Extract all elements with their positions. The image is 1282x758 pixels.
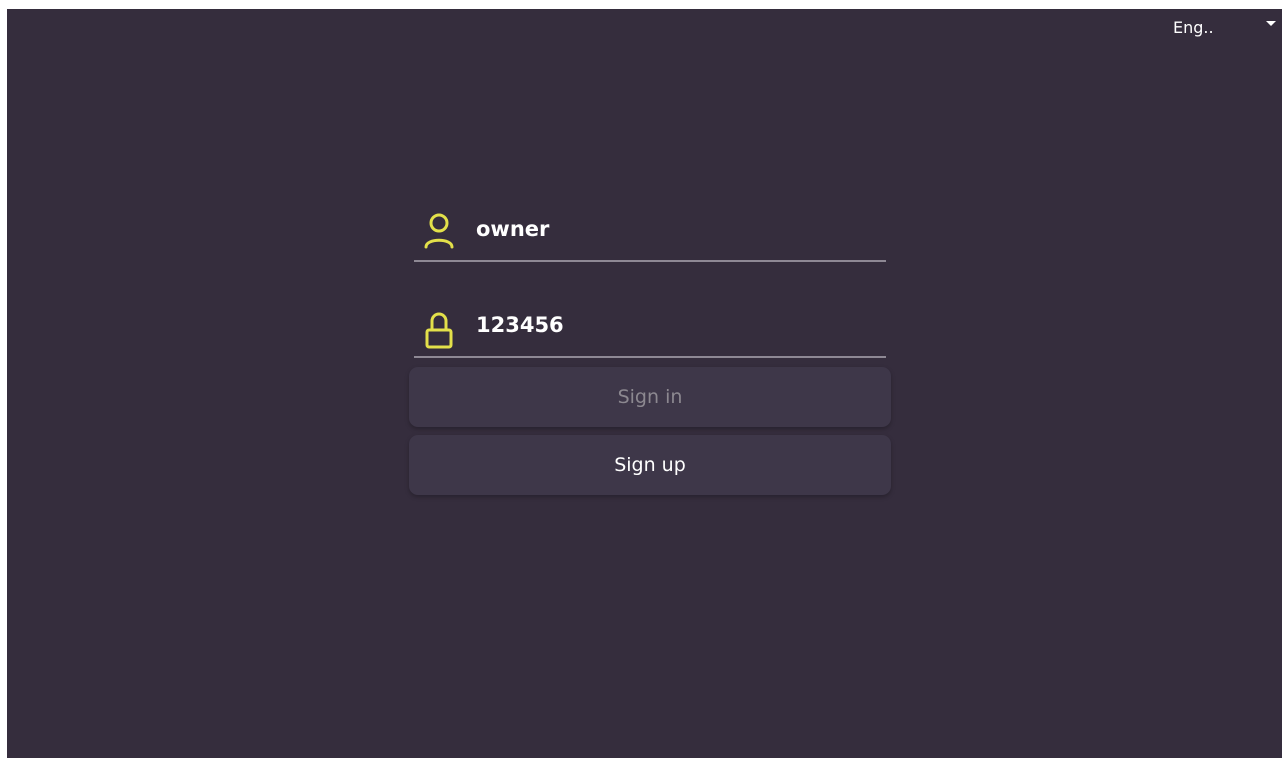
user-icon xyxy=(423,210,455,256)
language-selected-label: Eng.. xyxy=(1173,18,1214,37)
password-input[interactable] xyxy=(476,310,876,340)
sign-in-button[interactable]: Sign in xyxy=(409,367,891,427)
language-selector[interactable]: Eng.. xyxy=(1172,9,1282,49)
username-field[interactable] xyxy=(414,208,886,262)
sign-up-button[interactable]: Sign up xyxy=(409,435,891,495)
caret-down-icon[interactable] xyxy=(1266,21,1276,26)
username-input[interactable] xyxy=(476,214,876,244)
lock-icon xyxy=(423,306,455,352)
password-field[interactable] xyxy=(414,304,886,358)
login-screen: Eng.. Sign in Sign up xyxy=(7,9,1282,758)
